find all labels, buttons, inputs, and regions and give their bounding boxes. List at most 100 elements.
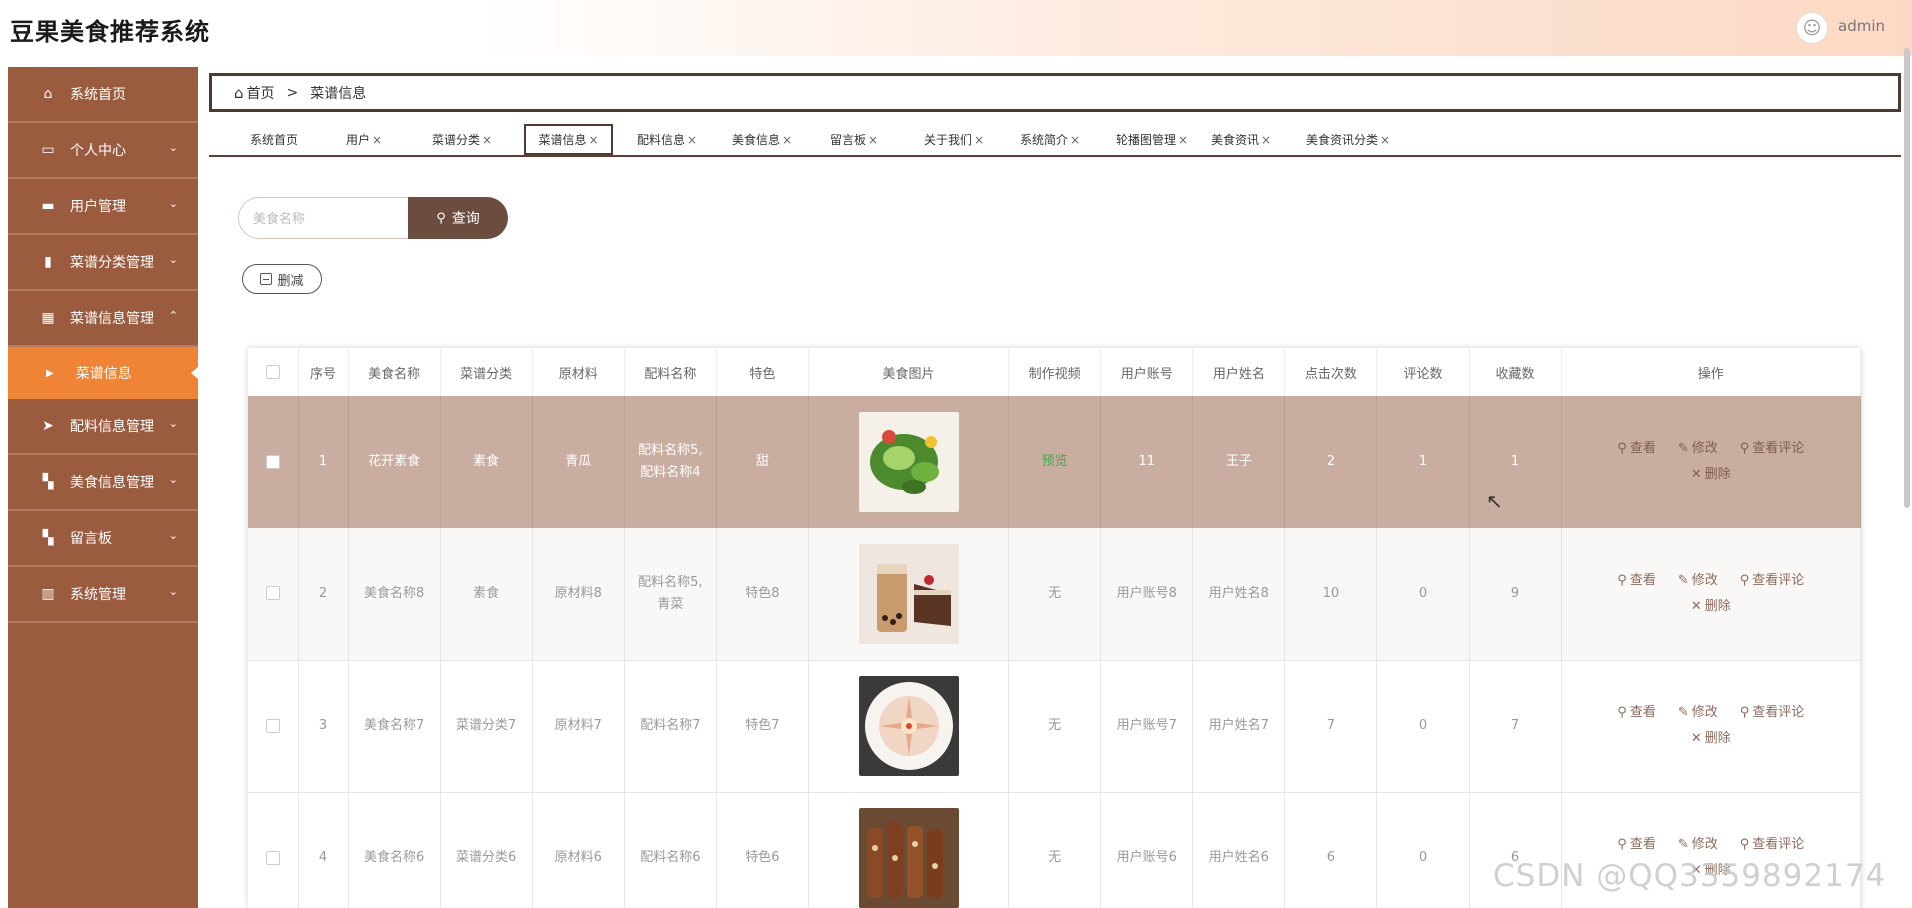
minus-square-icon bbox=[260, 273, 273, 285]
cell-click-count: 7 bbox=[1284, 660, 1378, 793]
cell-ingredients: 配料名称5,配料名称4 bbox=[624, 396, 717, 528]
app-title: 豆果美食推荐系统 bbox=[10, 18, 210, 46]
sidebar-item-personal-center[interactable]: ▭ 个人中心 ⌄ bbox=[8, 123, 198, 179]
food-image[interactable] bbox=[858, 412, 959, 512]
edit-button[interactable]: ✎ 修改 bbox=[1678, 834, 1718, 856]
cell-select[interactable] bbox=[248, 792, 299, 908]
sidebar-item-food-info[interactable]: ▚ 美食信息管理 ⌄ bbox=[8, 455, 198, 511]
breadcrumb-home[interactable]: 首页 bbox=[247, 83, 275, 103]
video-link: 无 bbox=[1048, 585, 1062, 601]
food-image[interactable] bbox=[858, 676, 959, 776]
checkbox[interactable] bbox=[265, 365, 280, 379]
pencil-icon: ✎ bbox=[1677, 837, 1689, 852]
sidebar-item-recipe-category[interactable]: ▮ 菜谱分类管理 ⌄ bbox=[8, 235, 198, 291]
scrollbar[interactable] bbox=[1904, 48, 1910, 508]
view-label: 查看 bbox=[1629, 705, 1656, 720]
sidebar-item-system-management[interactable]: ▥ 系统管理 ⌄ bbox=[8, 567, 198, 623]
close-icon[interactable]: × bbox=[1178, 133, 1188, 147]
batch-delete-button[interactable]: 删减 bbox=[242, 264, 322, 294]
checkbox[interactable] bbox=[265, 586, 280, 601]
cell-select[interactable] bbox=[248, 528, 299, 661]
edit-label: 修改 bbox=[1691, 441, 1718, 456]
view-button[interactable]: ⚲ 查看 bbox=[1617, 438, 1656, 460]
close-icon[interactable]: × bbox=[687, 133, 697, 147]
id-card-icon: ▭ bbox=[41, 142, 55, 158]
home-icon[interactable]: ⌂ bbox=[234, 84, 244, 102]
table-header: 原材料 bbox=[532, 348, 625, 396]
checkbox[interactable] bbox=[265, 850, 280, 865]
sidebar-item-recipe-info[interactable]: ▦ 菜谱信息管理 ⌃ bbox=[8, 291, 198, 347]
cell-select[interactable] bbox=[248, 660, 299, 793]
cell-recipe-category: 菜谱分类6 bbox=[440, 792, 533, 908]
tab-recipe-category[interactable]: 菜谱分类 × bbox=[427, 124, 497, 155]
food-image[interactable] bbox=[858, 543, 959, 644]
tab-food-news-category[interactable]: 美食资讯分类 × bbox=[1301, 124, 1395, 155]
view-comments-button[interactable]: ⚲ 查看评论 bbox=[1740, 438, 1805, 460]
cell-select[interactable] bbox=[248, 396, 299, 528]
sidebar-subitem-recipe-info[interactable]: ▶ 菜谱信息 bbox=[8, 347, 198, 399]
header-select-all[interactable] bbox=[248, 348, 299, 396]
table-header: 制作视频 bbox=[1008, 348, 1102, 396]
close-icon[interactable]: × bbox=[1070, 133, 1080, 147]
edit-button[interactable]: ✎ 修改 bbox=[1678, 438, 1718, 460]
close-icon[interactable]: × bbox=[782, 133, 792, 147]
delete-button[interactable]: ✕ 删除 bbox=[1691, 596, 1731, 618]
tab-carousel-management[interactable]: 轮播图管理 × bbox=[1111, 124, 1193, 155]
tab-message-board[interactable]: 留言板 × bbox=[825, 124, 883, 155]
tab-system-intro[interactable]: 系统简介 × bbox=[1015, 124, 1085, 155]
table-row[interactable]: 3 美食名称7 菜谱分类7 原材料7 配料名称7 特色7 无用户账号7 用户姓名7 7 0 7 ⚲ 查看… bbox=[248, 660, 1861, 793]
table-header: 操作 bbox=[1561, 348, 1861, 396]
close-icon[interactable]: × bbox=[1261, 133, 1271, 147]
edit-button[interactable]: ✎ 修改 bbox=[1678, 702, 1718, 724]
tab-ingredient-info[interactable]: 配料信息 × bbox=[632, 124, 702, 155]
sidebar-item-user-management[interactable]: ▬ 用户管理 ⌄ bbox=[8, 179, 198, 235]
delete-button[interactable]: ✕ 删除 bbox=[1691, 728, 1731, 750]
food-image[interactable] bbox=[858, 808, 959, 908]
sidebar-item-label: 美食信息管理 bbox=[70, 475, 154, 491]
close-icon[interactable]: × bbox=[974, 133, 984, 147]
close-icon[interactable]: × bbox=[1380, 133, 1390, 147]
delete-label: 删除 bbox=[1704, 598, 1731, 614]
tab-system-home[interactable]: 系统首页 bbox=[239, 124, 309, 155]
breadcrumb-separator: > bbox=[286, 84, 299, 101]
search-input[interactable] bbox=[238, 197, 410, 239]
view-comments-label: 查看评论 bbox=[1752, 572, 1805, 588]
view-comments-button[interactable]: ⚲ 查看评论 bbox=[1740, 834, 1805, 856]
sidebar-item-ingredient-info[interactable]: ➤ 配料信息管理 ⌄ bbox=[8, 399, 198, 455]
cell-video: 无 bbox=[1008, 528, 1102, 661]
view-button[interactable]: ⚲ 查看 bbox=[1617, 702, 1656, 724]
close-icon[interactable]: × bbox=[868, 133, 878, 147]
tab-label: 菜谱信息 bbox=[538, 133, 587, 147]
tab-user[interactable]: 用户 × bbox=[339, 124, 389, 155]
table-header: 评论数 bbox=[1376, 348, 1470, 396]
tab-recipe-info[interactable]: 菜谱信息 × bbox=[524, 124, 613, 155]
sidebar-item-home[interactable]: ⌂ 系统首页 bbox=[8, 67, 198, 123]
sidebar-item-message-board[interactable]: ▚ 留言板 ⌄ bbox=[8, 511, 198, 567]
chevron-down-icon: ⌄ bbox=[168, 197, 178, 210]
caret-right-icon: ▶ bbox=[46, 367, 54, 379]
close-icon[interactable]: × bbox=[588, 133, 598, 147]
video-link: 无 bbox=[1048, 718, 1062, 733]
checkbox[interactable] bbox=[265, 718, 280, 733]
cell-user-name: 用户姓名7 bbox=[1192, 660, 1286, 793]
cell-user-account: 11 bbox=[1100, 396, 1194, 528]
table-row[interactable]: 2 美食名称8 素食 原材料8 配料名称5,青菜 特色8 无用户账号8 用户姓名8 10 0 9 ⚲ 查… bbox=[248, 528, 1861, 661]
avatar[interactable]: ☺ bbox=[1796, 12, 1828, 44]
search-button[interactable]: ⚲ 查询 bbox=[408, 197, 508, 239]
tab-about-us[interactable]: 关于我们 × bbox=[919, 124, 989, 155]
edit-button[interactable]: ✎ 修改 bbox=[1678, 570, 1718, 592]
view-comments-button[interactable]: ⚲ 查看评论 bbox=[1740, 570, 1805, 592]
username[interactable]: admin bbox=[1838, 17, 1885, 35]
tab-food-news[interactable]: 美食资讯 × bbox=[1206, 124, 1276, 155]
view-comments-button[interactable]: ⚲ 查看评论 bbox=[1740, 702, 1805, 724]
tab-food-info[interactable]: 美食信息 × bbox=[727, 124, 797, 155]
close-icon[interactable]: × bbox=[372, 133, 382, 147]
search-icon: ⚲ bbox=[1617, 441, 1627, 456]
view-button[interactable]: ⚲ 查看 bbox=[1617, 834, 1656, 856]
view-button[interactable]: ⚲ 查看 bbox=[1617, 570, 1656, 592]
table-row[interactable]: 1 花开素食 素食 青瓜 配料名称5,配料名称4 甜预览 11 王子 2 1 1 ⚲ 查看 ✎ 修改 ⚲ 查看评… bbox=[248, 396, 1861, 528]
close-icon[interactable]: × bbox=[482, 133, 492, 147]
video-link[interactable]: 预览 bbox=[1042, 454, 1068, 469]
delete-button[interactable]: ✕ 删除 bbox=[1691, 464, 1731, 486]
checkbox[interactable] bbox=[265, 454, 280, 469]
